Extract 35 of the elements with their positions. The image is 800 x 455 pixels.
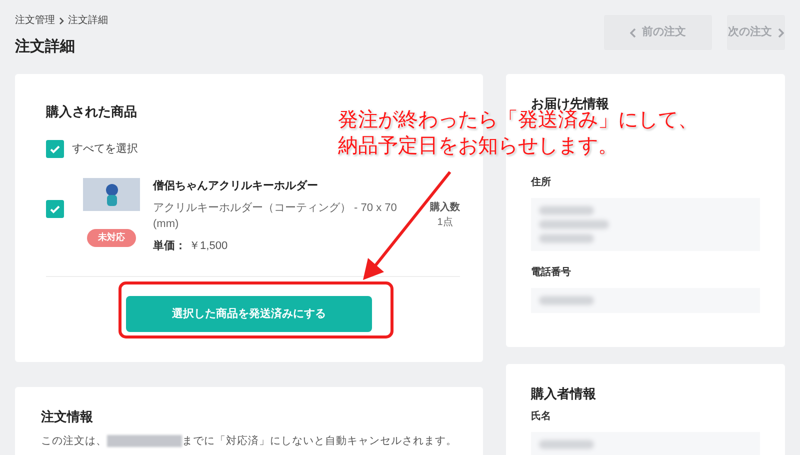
field-label: 電話番号 — [531, 266, 571, 280]
redacted-text — [539, 220, 609, 229]
quantity-value: 1点 — [437, 216, 453, 230]
redacted-text — [539, 296, 594, 305]
check-icon — [49, 143, 61, 155]
notice-text: この注文は、 — [41, 434, 107, 448]
status-badge: 未対応 — [87, 229, 136, 246]
checkbox[interactable] — [46, 200, 64, 218]
checkbox[interactable] — [46, 140, 64, 158]
redacted-text — [539, 234, 594, 243]
section-title: お届け先情報 — [531, 94, 609, 111]
callout-text: 納品予定日をお知らせします。 — [338, 134, 618, 159]
section-title: 購入者情報 — [531, 384, 596, 402]
chevron-right-icon — [778, 28, 784, 38]
product-name: 僧侶ちゃんアクリルキーホルダー — [153, 178, 319, 194]
photo-placeholder — [83, 178, 140, 211]
field-label: 氏名 — [531, 410, 551, 424]
chevron-right-icon — [59, 16, 64, 24]
redacted-text — [539, 440, 594, 449]
breadcrumb-link[interactable]: 注文詳細 — [68, 13, 108, 28]
field-label: 住所 — [531, 176, 551, 190]
unit-price: 単価： ￥1,500 — [153, 238, 229, 254]
notice-text: までに「対応済」にしないと自動キャンセルされます。 — [182, 434, 457, 448]
redacted-text — [539, 206, 594, 215]
section-title: 注文情報 — [41, 408, 94, 426]
quantity-label: 購入数 — [430, 200, 460, 215]
checkbox-label: すべてを選択 — [72, 142, 138, 157]
product-variant: アクリルキーホルダー（コーティング） - 70 x 70 (mm) — [153, 200, 398, 232]
check-icon — [49, 203, 61, 215]
mark-shipped-button[interactable]: 選択した商品を発送済みにする — [126, 296, 372, 332]
section-title: 購入された商品 — [46, 102, 137, 120]
chevron-left-icon — [630, 28, 636, 38]
page-title: 注文詳細 — [15, 37, 76, 57]
callout-text: 発注が終わったら「発送済み」にして、 — [338, 109, 698, 133]
breadcrumb-link[interactable]: 注文管理 — [15, 13, 55, 28]
